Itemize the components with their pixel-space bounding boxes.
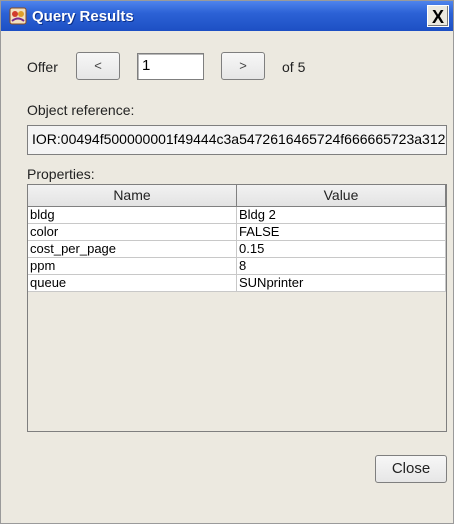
- object-reference-label: Object reference:: [27, 102, 135, 118]
- offer-label: Offer: [27, 59, 58, 75]
- cell-name: queue: [28, 275, 237, 292]
- cell-value: SUNprinter: [237, 275, 446, 292]
- table-row[interactable]: bldg Bldg 2: [28, 207, 446, 224]
- close-button[interactable]: Close: [375, 455, 447, 483]
- table-row[interactable]: queue SUNprinter: [28, 275, 446, 292]
- column-header-name[interactable]: Name: [28, 185, 237, 207]
- cell-name: ppm: [28, 258, 237, 275]
- column-header-value[interactable]: Value: [237, 185, 446, 207]
- properties-table[interactable]: Name Value bldg Bldg 2 color FALSE cost_…: [27, 184, 447, 432]
- cell-name: cost_per_page: [28, 241, 237, 258]
- cell-value: Bldg 2: [237, 207, 446, 224]
- cell-value: 0.15: [237, 241, 446, 258]
- window-close-button[interactable]: X: [427, 5, 449, 27]
- table-row[interactable]: cost_per_page 0.15: [28, 241, 446, 258]
- table-row[interactable]: color FALSE: [28, 224, 446, 241]
- next-offer-button[interactable]: >: [221, 52, 265, 80]
- table-header: Name Value: [28, 185, 446, 207]
- table-row[interactable]: ppm 8: [28, 258, 446, 275]
- offer-number-input[interactable]: 1: [137, 53, 204, 80]
- title-bar[interactable]: Query Results X: [1, 1, 453, 31]
- cell-value: 8: [237, 258, 446, 275]
- application-icon: [9, 7, 27, 25]
- window-title: Query Results: [32, 8, 134, 25]
- object-reference-field[interactable]: IOR:00494f500000001f49444c3a547261646572…: [27, 125, 447, 155]
- cell-value: FALSE: [237, 224, 446, 241]
- previous-offer-button[interactable]: <: [76, 52, 120, 80]
- query-results-dialog: Query Results X Offer < 1 > of 5 Object …: [0, 0, 454, 524]
- cell-name: color: [28, 224, 237, 241]
- offer-total-text: of 5: [282, 59, 306, 75]
- cell-name: bldg: [28, 207, 237, 224]
- properties-label: Properties:: [27, 166, 95, 182]
